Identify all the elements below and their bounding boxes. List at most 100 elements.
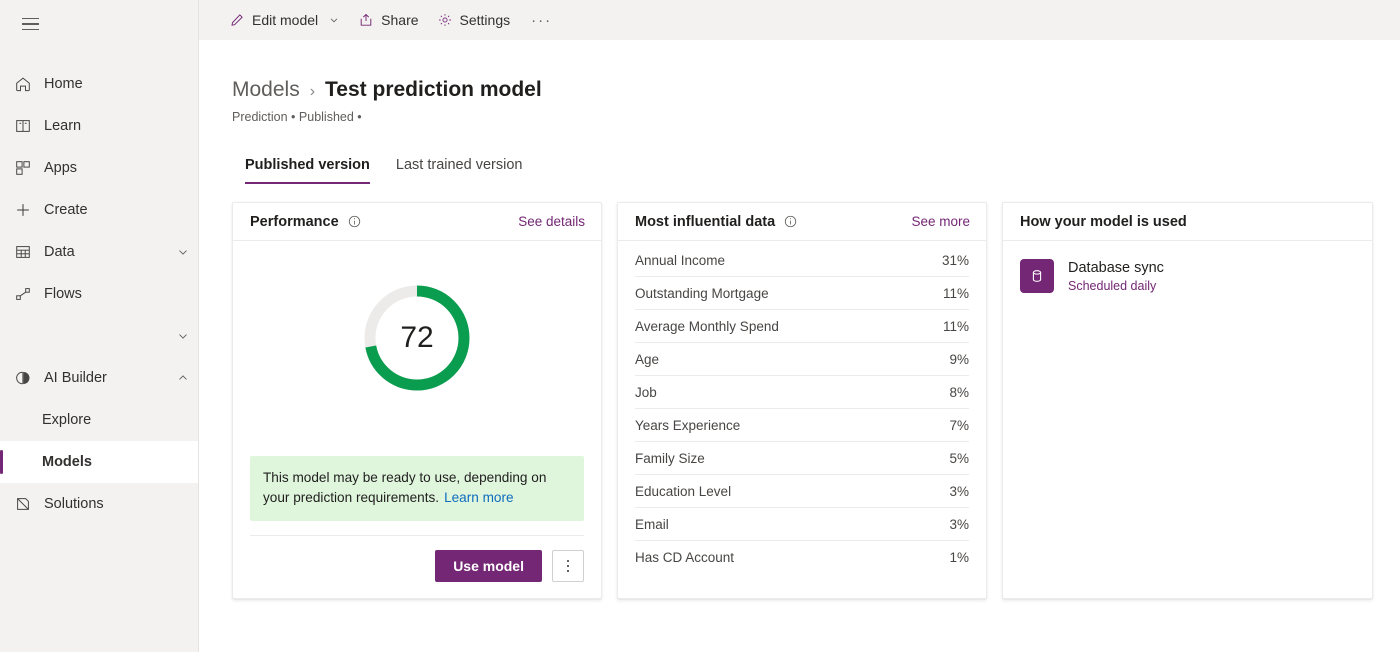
- overflow-menu-button[interactable]: ···: [519, 0, 564, 40]
- home-icon: [14, 74, 42, 94]
- sidebar-item-explore[interactable]: Explore: [0, 399, 198, 441]
- sidebar-item-data[interactable]: Data: [0, 231, 198, 273]
- sidebar-item-label: Home: [42, 77, 198, 92]
- usage-card-body: Database sync Scheduled daily: [1003, 241, 1372, 293]
- use-model-button[interactable]: Use model: [435, 550, 542, 582]
- pencil-icon: [229, 12, 245, 28]
- usage-card-header: How your model is used: [1003, 203, 1372, 241]
- tab-published-version[interactable]: Published version: [232, 152, 383, 184]
- sidebar-item-label: Models: [42, 455, 198, 470]
- cards-row: Performance See details: [232, 202, 1400, 599]
- page-subtitle: Prediction • Published •: [232, 110, 1400, 124]
- info-circle-icon[interactable]: [783, 214, 798, 229]
- list-item: Family Size 5%: [635, 442, 969, 475]
- influential-name: Outstanding Mortgage: [635, 286, 769, 301]
- influential-name: Age: [635, 352, 659, 367]
- influential-name: Job: [635, 385, 657, 400]
- performance-card-body: 72 This model may be ready to use, depen…: [233, 241, 601, 535]
- ai-builder-brain-icon: [14, 368, 42, 388]
- sidebar-item-home[interactable]: Home: [0, 63, 198, 105]
- settings-label: Settings: [460, 12, 511, 28]
- influential-card-header: Most influential data See more: [618, 203, 986, 241]
- influential-name: Family Size: [635, 451, 705, 466]
- sidebar: Home Learn Apps: [0, 0, 199, 652]
- list-item: Email 3%: [635, 508, 969, 541]
- table-icon: [14, 242, 42, 262]
- sidebar-item-apps[interactable]: Apps: [0, 147, 198, 189]
- influential-value: 7%: [949, 418, 969, 433]
- influential-data-list: Annual Income 31% Outstanding Mortgage 1…: [635, 241, 969, 574]
- breadcrumb: Models › Test prediction model: [232, 78, 1400, 102]
- influential-name: Email: [635, 517, 669, 532]
- edit-model-button[interactable]: Edit model: [220, 0, 349, 40]
- sidebar-item-label: Apps: [42, 161, 198, 176]
- chevron-down-icon[interactable]: [168, 329, 198, 343]
- usage-title: How your model is used: [1020, 214, 1187, 230]
- chevron-up-icon[interactable]: [168, 371, 198, 385]
- sidebar-item-label: Explore: [42, 413, 198, 428]
- info-circle-icon[interactable]: [347, 214, 362, 229]
- settings-button[interactable]: Settings: [428, 0, 520, 40]
- see-details-link[interactable]: See details: [518, 214, 585, 229]
- sidebar-nav: Home Learn Apps: [0, 63, 198, 525]
- page-container: Models › Test prediction model Predictio…: [199, 78, 1400, 599]
- tab-list: Published version Last trained version: [232, 152, 1400, 184]
- list-item: Education Level 3%: [635, 475, 969, 508]
- influential-value: 5%: [949, 451, 969, 466]
- sidebar-item-flows[interactable]: Flows: [0, 273, 198, 315]
- breadcrumb-models-link[interactable]: Models: [232, 78, 300, 102]
- see-more-link[interactable]: See more: [911, 214, 970, 229]
- apps-grid-icon: [14, 158, 42, 178]
- usage-item-schedule: Scheduled daily: [1068, 279, 1164, 293]
- tab-last-trained-version[interactable]: Last trained version: [383, 152, 536, 184]
- sidebar-item-learn[interactable]: Learn: [0, 105, 198, 147]
- gear-icon: [437, 12, 453, 28]
- influential-value: 3%: [949, 517, 969, 532]
- performance-score-value: 72: [362, 283, 472, 393]
- performance-card-footer: Use model: [250, 535, 584, 598]
- flows-icon: [14, 284, 42, 304]
- solutions-icon: [14, 494, 42, 514]
- influential-name: Average Monthly Spend: [635, 319, 779, 334]
- chevron-down-icon[interactable]: [168, 245, 198, 259]
- kebab-menu-icon: [567, 560, 570, 573]
- influential-value: 3%: [949, 484, 969, 499]
- sidebar-item-collapse-group[interactable]: [0, 315, 198, 357]
- share-button[interactable]: Share: [349, 0, 427, 40]
- performance-card: Performance See details: [232, 202, 602, 599]
- share-label: Share: [381, 12, 418, 28]
- list-item: Age 9%: [635, 343, 969, 376]
- empty-icon: [14, 326, 42, 346]
- sidebar-item-label: AI Builder: [42, 371, 168, 386]
- chevron-down-icon[interactable]: [328, 14, 340, 26]
- learn-more-link[interactable]: Learn more: [444, 490, 514, 505]
- sidebar-item-label: Data: [42, 245, 168, 260]
- sidebar-item-ai-builder[interactable]: AI Builder: [0, 357, 198, 399]
- page-title: Test prediction model: [325, 78, 542, 102]
- influential-value: 11%: [943, 319, 969, 334]
- sidebar-item-solutions[interactable]: Solutions: [0, 483, 198, 525]
- list-item: Job 8%: [635, 376, 969, 409]
- database-icon: [1020, 259, 1054, 293]
- list-item: Outstanding Mortgage 11%: [635, 277, 969, 310]
- donut-chart: 72: [362, 283, 472, 393]
- influential-name: Has CD Account: [635, 550, 734, 565]
- usage-item-name: Database sync: [1068, 259, 1164, 277]
- share-arrow-icon: [358, 12, 374, 28]
- influential-value: 1%: [949, 550, 969, 565]
- hamburger-menu-icon[interactable]: [6, 4, 54, 44]
- list-item: Annual Income 31%: [635, 244, 969, 277]
- influential-value: 8%: [949, 385, 969, 400]
- list-item: Years Experience 7%: [635, 409, 969, 442]
- influential-name: Annual Income: [635, 253, 725, 268]
- book-icon: [14, 116, 42, 136]
- sidebar-item-models[interactable]: Models: [0, 441, 198, 483]
- main-content: Edit model Share: [199, 0, 1400, 652]
- influential-value: 31%: [942, 253, 969, 268]
- influential-card-body: Annual Income 31% Outstanding Mortgage 1…: [618, 241, 986, 598]
- sidebar-item-label: Solutions: [42, 497, 198, 512]
- performance-more-actions-button[interactable]: [552, 550, 584, 582]
- sidebar-item-create[interactable]: Create: [0, 189, 198, 231]
- sidebar-item-label: Flows: [42, 287, 198, 302]
- list-item: Average Monthly Spend 11%: [635, 310, 969, 343]
